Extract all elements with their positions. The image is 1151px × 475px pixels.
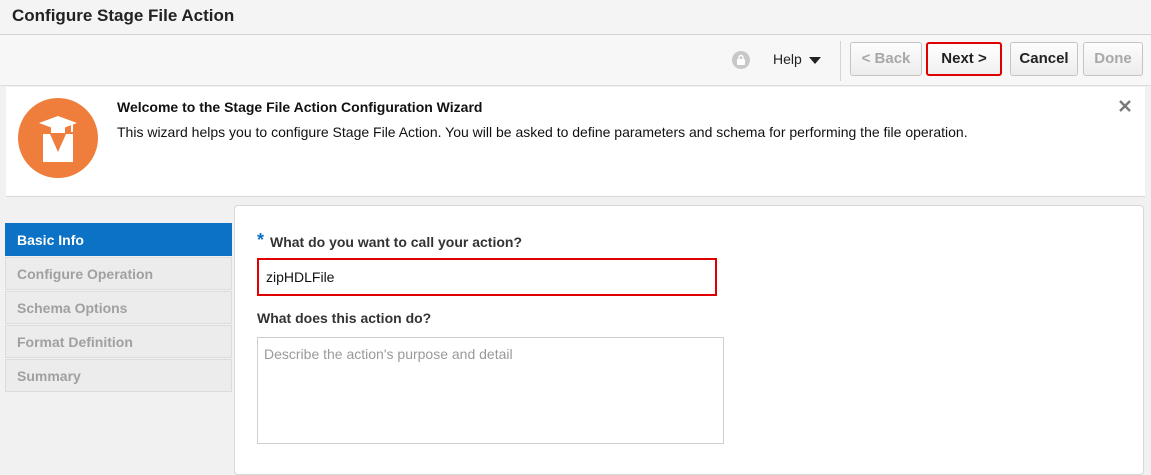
back-button[interactable]: < Back: [850, 42, 922, 76]
step-configure-operation[interactable]: Configure Operation: [5, 257, 232, 290]
lock-icon[interactable]: [732, 51, 750, 69]
action-description-input[interactable]: [257, 337, 724, 444]
help-label: Help: [773, 51, 802, 67]
toolbar: Help < Back Next > Cancel Done: [0, 35, 1151, 86]
welcome-banner: Welcome to the Stage File Action Configu…: [6, 87, 1145, 197]
form-panel: * What do you want to call your action? …: [234, 205, 1144, 475]
step-summary[interactable]: Summary: [5, 359, 232, 392]
toolbar-divider: [840, 41, 841, 81]
action-name-input[interactable]: [257, 258, 717, 296]
action-description-label: What does this action do?: [257, 310, 432, 326]
graduate-icon: [18, 98, 98, 178]
required-marker: *: [257, 230, 265, 250]
page-title: Configure Stage File Action: [12, 6, 235, 25]
step-format-definition[interactable]: Format Definition: [5, 325, 232, 358]
chevron-down-icon: [808, 56, 821, 64]
cancel-button[interactable]: Cancel: [1010, 42, 1078, 76]
next-button[interactable]: Next >: [926, 42, 1002, 76]
help-menu[interactable]: Help: [773, 51, 821, 67]
title-bar: Configure Stage File Action: [0, 0, 1151, 35]
step-schema-options[interactable]: Schema Options: [5, 291, 232, 324]
done-button[interactable]: Done: [1083, 42, 1143, 76]
wizard-steps: Basic Info Configure Operation Schema Op…: [5, 223, 232, 393]
banner-heading: Welcome to the Stage File Action Configu…: [117, 99, 483, 115]
action-name-label: What do you want to call your action?: [270, 234, 523, 250]
banner-description: This wizard helps you to configure Stage…: [117, 124, 968, 140]
close-icon[interactable]: [1118, 99, 1132, 113]
step-basic-info[interactable]: Basic Info: [5, 223, 232, 256]
